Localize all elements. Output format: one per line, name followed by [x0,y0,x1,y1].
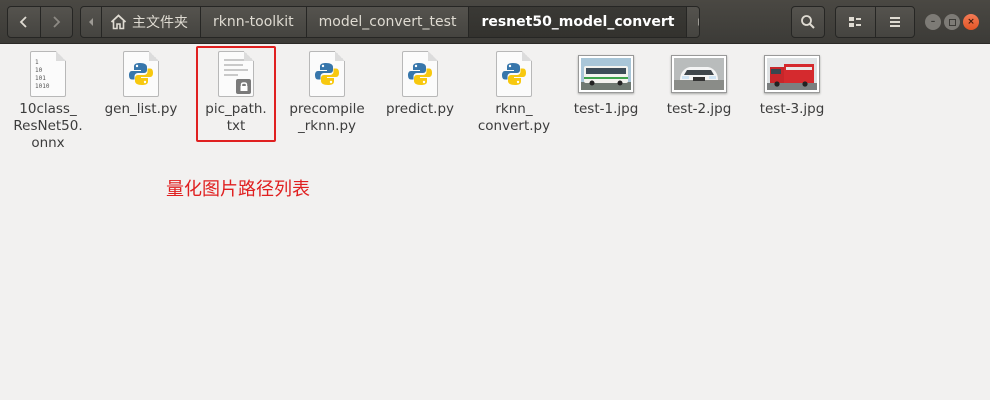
python-file-icon [396,50,444,98]
chevron-left-icon [19,16,27,28]
hamburger-menu-icon [889,17,900,27]
breadcrumb-current-folder[interactable]: resnet50_model_convert [468,7,687,37]
file-item-10class-resnet50-onnx[interactable]: 1 10 101 1010 10class_ ResNet50. onnx [2,50,94,152]
bus-thumbnail [578,50,634,98]
view-controls [835,6,915,38]
breadcrumb-label: resnet50_model_convert [481,14,675,30]
maximize-button[interactable] [944,14,960,30]
breadcrumb: 主文件夹 rknn-toolkit model_convert_test res… [80,6,700,38]
navigation-buttons [7,6,73,38]
file-item-test-2-jpg[interactable]: test-2.jpg [653,50,745,118]
binary-digit: 101 [35,75,46,82]
close-icon: × [967,17,975,27]
breadcrumb-scroll-left[interactable] [81,7,101,37]
file-name: test-1.jpg [573,101,639,117]
breadcrumb-model-convert-test[interactable]: model_convert_test [305,7,469,37]
chevron-right-icon [53,16,61,28]
view-options-icon [849,17,862,27]
search-button[interactable] [791,6,825,38]
view-options-button[interactable] [836,7,875,37]
file-item-test-1-jpg[interactable]: test-1.jpg [560,50,652,118]
minimize-icon: – [930,17,936,27]
binary-digit: 1010 [35,83,50,90]
breadcrumb-label: rknn-toolkit [213,14,294,30]
file-name: rknn_ convert.py [477,101,551,134]
file-name: test-2.jpg [666,101,732,117]
file-item-gen-list-py[interactable]: gen_list.py [95,50,187,118]
breadcrumb-rknn-toolkit[interactable]: rknn-toolkit [200,7,306,37]
file-name: gen_list.py [104,101,178,117]
python-file-icon [117,50,165,98]
breadcrumb-scroll-right[interactable] [686,7,699,37]
firetruck-thumbnail [764,50,820,98]
file-name: precompile _rknn.py [289,101,365,134]
forward-button[interactable] [39,7,73,37]
binary-digit: 1 [35,59,39,66]
car-thumbnail [671,50,727,98]
header-bar: 主文件夹 rknn-toolkit model_convert_test res… [0,0,990,44]
binary-file-icon: 1 10 101 1010 [24,50,72,98]
triangle-left-icon [89,18,93,26]
annotation-label: 量化图片路径列表 [166,179,310,200]
breadcrumb-label: 主文件夹 [132,15,188,31]
close-button[interactable]: × [963,14,979,30]
file-name: predict.py [385,101,454,117]
python-file-icon [490,50,538,98]
home-icon [110,14,127,30]
breadcrumb-home[interactable]: 主文件夹 [101,7,200,37]
highlight-box [196,46,276,142]
minimize-button[interactable]: – [925,14,941,30]
python-file-icon [303,50,351,98]
file-item-predict-py[interactable]: predict.py [374,50,466,118]
file-name: test-3.jpg [759,101,825,117]
menu-button[interactable] [874,7,915,37]
triangle-right-icon [698,18,699,26]
file-item-rknn-convert-py[interactable]: rknn_ convert.py [468,50,560,135]
breadcrumb-label: model_convert_test [318,14,457,30]
search-icon [801,15,815,29]
file-item-test-3-jpg[interactable]: test-3.jpg [746,50,838,118]
maximize-icon [948,18,956,26]
file-name: 10class_ ResNet50. onnx [13,101,83,151]
back-button[interactable] [8,7,40,37]
file-item-precompile-rknn-py[interactable]: precompile _rknn.py [281,50,373,135]
binary-digit: 10 [35,67,43,74]
